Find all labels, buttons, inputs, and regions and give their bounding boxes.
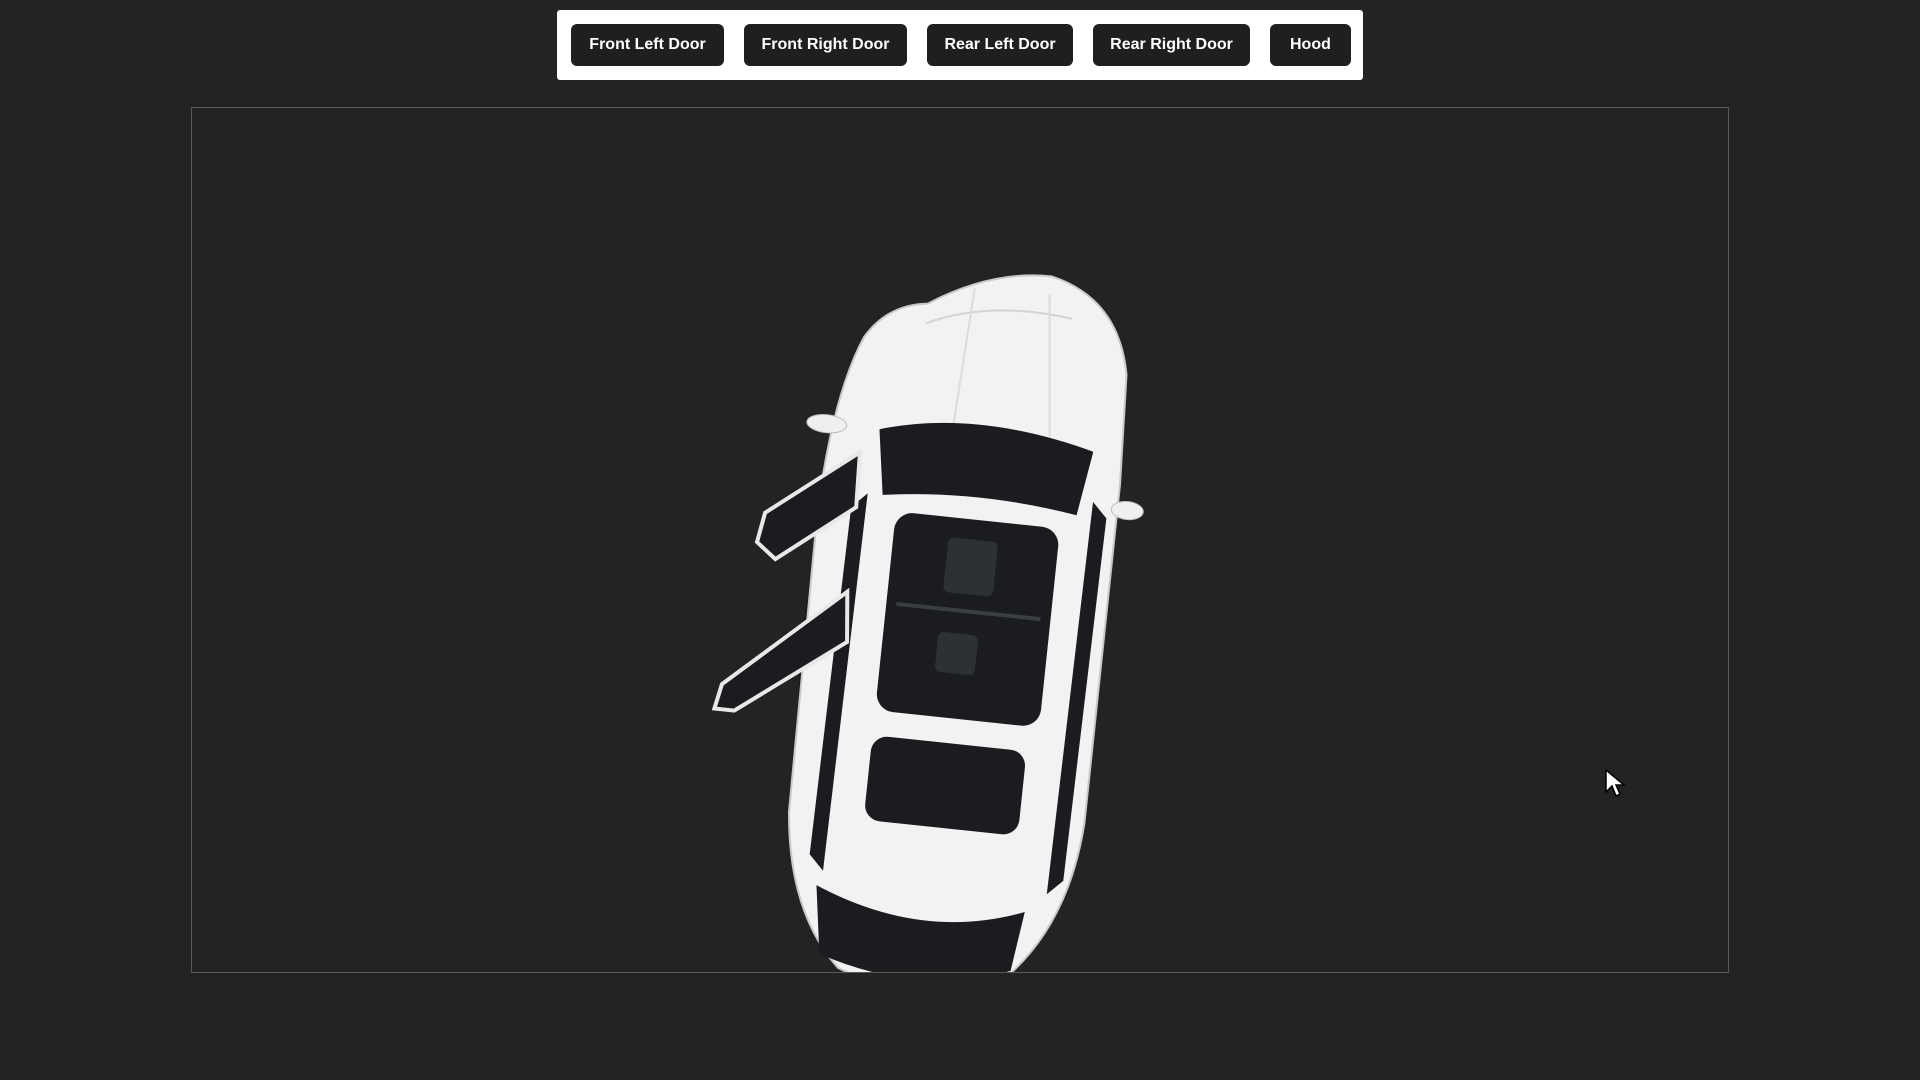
front-right-door-button[interactable]: Front Right Door	[744, 24, 907, 66]
hood-button[interactable]: Hood	[1270, 24, 1351, 66]
rear-sunroof	[865, 736, 1026, 835]
center-console	[943, 537, 998, 597]
rear-left-door-button[interactable]: Rear Left Door	[927, 24, 1073, 66]
3d-car-viewport[interactable]	[191, 107, 1729, 973]
rear-right-door-button[interactable]: Rear Right Door	[1093, 24, 1250, 66]
rear-console	[934, 632, 978, 675]
front-left-door-button[interactable]: Front Left Door	[571, 24, 724, 66]
car-model[interactable]	[192, 108, 1728, 972]
arrow-pointer-icon	[1605, 768, 1626, 798]
door-controls-toolbar: Front Left Door Front Right Door Rear Le…	[557, 10, 1363, 80]
